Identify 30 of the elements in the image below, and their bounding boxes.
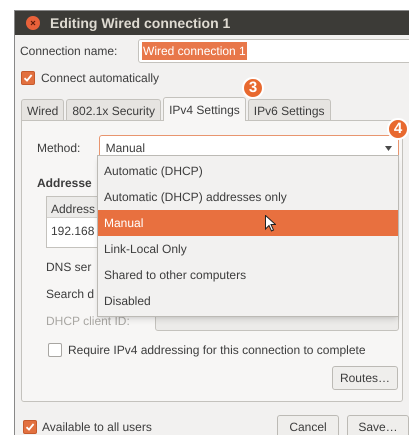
checkbox[interactable] xyxy=(21,71,35,85)
checkbox[interactable] xyxy=(23,420,37,434)
cancel-button[interactable]: Cancel xyxy=(277,415,339,435)
checkbox-label: Require IPv4 addressing for this connection to complete xyxy=(68,342,366,359)
checkbox[interactable] xyxy=(48,343,62,357)
checkbox-label: Connect automatically xyxy=(41,70,160,87)
routes-button[interactable]: Routes… xyxy=(332,366,398,390)
mouse-pointer-icon xyxy=(265,215,276,232)
menu-item[interactable]: Link-Local Only xyxy=(98,236,398,262)
menu-item[interactable]: Shared to other computers xyxy=(98,262,398,288)
window-title: Editing Wired connection 1 xyxy=(50,14,230,33)
field-label: Method: xyxy=(37,140,82,157)
tab[interactable]: IPv4 Settings xyxy=(163,97,246,121)
menu-item[interactable]: Automatic (DHCP) xyxy=(98,158,398,184)
field-label: DNS ser xyxy=(46,259,92,276)
field-label: DHCP client ID: xyxy=(46,313,131,330)
selected-text: Wired connection 1 xyxy=(142,42,247,60)
tab[interactable]: 802.1x Security xyxy=(66,99,162,121)
menu-item[interactable]: Disabled xyxy=(98,288,398,314)
table-cell-text: 192.168 xyxy=(50,223,96,240)
field-label: Search d xyxy=(46,286,94,303)
dropdown-arrow-icon xyxy=(385,146,392,150)
close-button[interactable] xyxy=(26,16,40,30)
section-heading: Addresse xyxy=(37,175,92,190)
close-icon xyxy=(30,20,36,26)
field-label: Connection name: xyxy=(20,43,118,60)
tab[interactable]: IPv6 Settings xyxy=(248,99,330,121)
save-button[interactable]: Save… xyxy=(347,415,409,435)
tab[interactable]: Wired xyxy=(21,99,64,121)
checkbox-label: Available to all users xyxy=(42,419,152,435)
